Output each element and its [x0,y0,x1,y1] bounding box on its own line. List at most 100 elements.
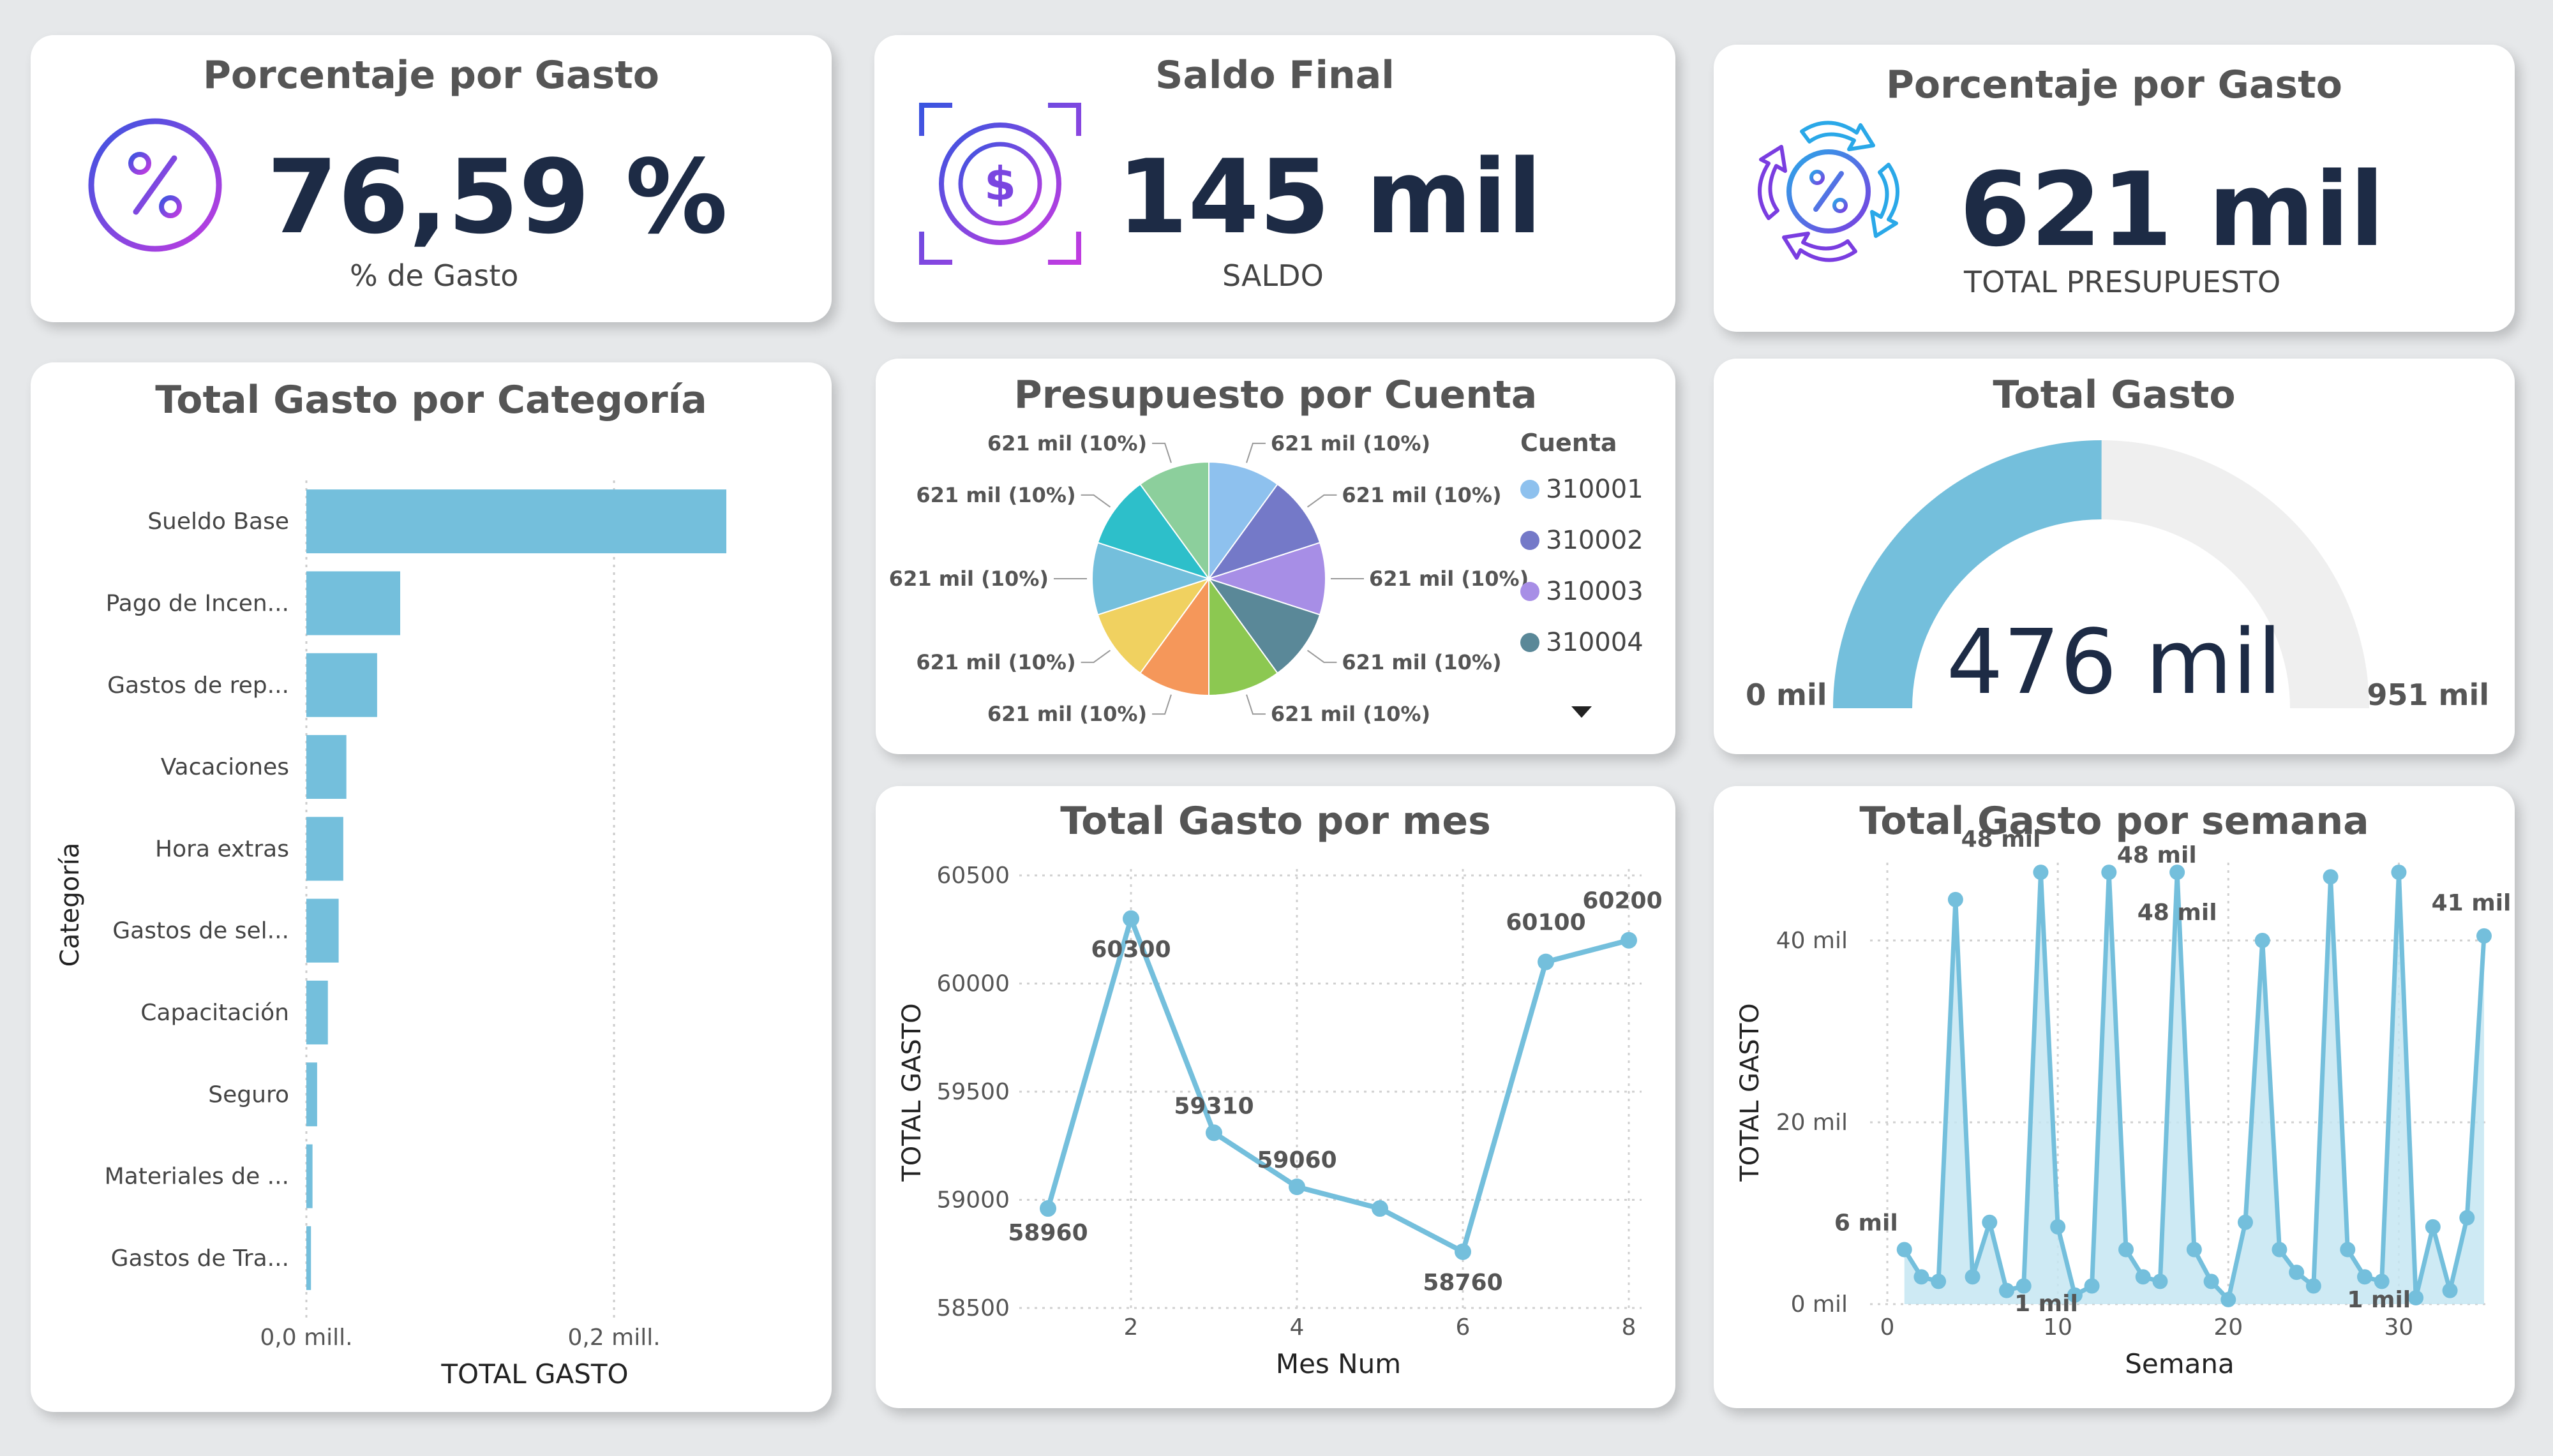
data-label: 59310 [1174,1093,1254,1119]
legend-label: 310004 [1546,628,1643,657]
gauge-card: Total Gasto 476 mil 0 mil 951 mil [1714,359,2515,754]
bar-chart-card: Total Gasto por Categoría Sueldo Base Pag… [31,362,832,1412]
category-label: Sueldo Base [147,509,289,535]
data-point [2118,1242,2134,1258]
legend-swatch [1520,582,1539,601]
legend-label: 310003 [1546,577,1643,606]
x-axis-title: Mes Num [1276,1348,1401,1379]
x-tick-label: 4 [1290,1314,1305,1341]
kpi-value: 621 mil [1959,150,2385,269]
x-tick-label: 10 [2043,1314,2072,1341]
kpi-title: Saldo Final [1155,53,1395,98]
slice-label: 621 mil (10%) [1342,650,1501,674]
legend-label: 310001 [1546,475,1643,504]
leader-line [1246,694,1266,715]
legend-item[interactable]: 310002 [1520,515,1643,566]
bar [306,1144,313,1208]
leader-line [1152,442,1172,463]
data-label: 48 mil [2117,842,2197,868]
bar [306,653,377,717]
slice-label: 621 mil (10%) [916,650,1075,674]
data-point [1206,1124,1222,1141]
line-chart-card: Total Gasto por mes 60500 60000 59500 59000… [876,786,1675,1408]
leader-line [1306,650,1337,664]
x-tick-label: 8 [1622,1314,1636,1341]
data-point [2305,1278,2321,1294]
kpi-title: Porcentaje por Gasto [202,53,660,98]
data-point [2220,1291,2236,1307]
gauge-max-label: 951 mil [2367,678,2489,712]
x-tick-label: 0,2 mill. [567,1325,660,1351]
data-point [1931,1274,1947,1289]
data-point [2323,869,2339,885]
category-label: Materiales de ... [105,1164,289,1190]
data-point [1123,910,1139,927]
data-label: 1 mil [2347,1287,2411,1313]
data-point [2340,1242,2356,1258]
data-point [2289,1265,2305,1281]
kpi-card-balance: Saldo Final $ 145 mil SALDO [874,35,1675,322]
data-point [1999,1282,2014,1298]
data-point [2135,1269,2151,1285]
data-point [2272,1242,2287,1258]
x-tick-label: 0,0 mill. [260,1325,352,1351]
leader-line [1246,442,1266,463]
kpi-value: 145 mil [1117,137,1543,256]
data-point [1455,1243,1471,1260]
data-label: 41 mil [2432,890,2512,916]
x-tick-label: 30 [2385,1314,2414,1341]
legend-item[interactable]: 310001 [1520,464,1643,515]
legend-scroll-down-icon[interactable] [1571,706,1592,718]
data-label: 1 mil [2014,1291,2078,1317]
bar [306,980,328,1044]
data-point [2254,933,2270,948]
data-point [1538,953,1554,970]
leader-line [1081,650,1111,664]
bar [306,898,339,963]
dollar-frame-icon: $ [919,103,1081,265]
bar [306,1062,317,1127]
y-tick-label: 59000 [936,1187,1010,1214]
data-point [1372,1200,1388,1217]
data-point [2459,1210,2475,1226]
category-label: Hora extras [155,836,289,862]
data-point [2391,865,2407,880]
y-tick-label: 60500 [936,863,1010,889]
area-chart: 40 mil 20 mil 0 mil 0 10 20 30 Semana TOTAL GAST… [1735,826,2512,1379]
category-label: Pago de Incen... [106,590,289,616]
percent-cycle-icon [1758,121,1899,262]
data-point [2084,1278,2100,1294]
kpi-value: 76,59 % [267,137,728,256]
pie-chart-card: Presupuesto por Cuenta 621 mil (10%) 621 … [876,359,1675,754]
data-point [2476,928,2492,944]
y-tick-label: 0 mil [1791,1291,1848,1318]
y-tick-label: 59500 [936,1079,1010,1105]
data-point [2238,1214,2253,1230]
data-point [1913,1269,1929,1285]
slice-label: 621 mil (10%) [1271,431,1430,456]
leader-line [1306,494,1337,508]
bar-chart: Sueldo Base Pago de Incen... Gastos de rep… [56,480,726,1390]
x-axis-title: Semana [2125,1348,2235,1379]
bar [306,817,343,881]
bar [306,571,401,635]
kpi-card-total-budget: Porcentaje por Gasto 621 mil TOTAL PRESU… [1714,45,2515,332]
percent-circle-icon [88,118,222,252]
data-label: 58960 [1008,1220,1088,1246]
legend-item[interactable]: 310004 [1520,617,1643,668]
data-label: 60100 [1506,910,1585,936]
bar [306,735,347,799]
slice-label: 621 mil (10%) [1271,702,1430,726]
data-label: 58760 [1423,1270,1502,1296]
x-tick-label: 20 [2213,1314,2243,1341]
y-tick-label: 58500 [936,1295,1010,1321]
x-axis-title: TOTAL GASTO [440,1358,628,1390]
slice-label: 621 mil (10%) [1342,483,1501,507]
data-point [2186,1242,2202,1258]
gauge-min-label: 0 mil [1746,678,1827,712]
legend-item[interactable]: 310003 [1520,566,1643,617]
bar [306,489,726,554]
pie-legend: 310001 310002 310003 310004 [1520,464,1643,668]
y-tick-label: 40 mil [1776,928,1848,954]
y-axis-title: TOTAL GASTO [1735,1003,1765,1182]
